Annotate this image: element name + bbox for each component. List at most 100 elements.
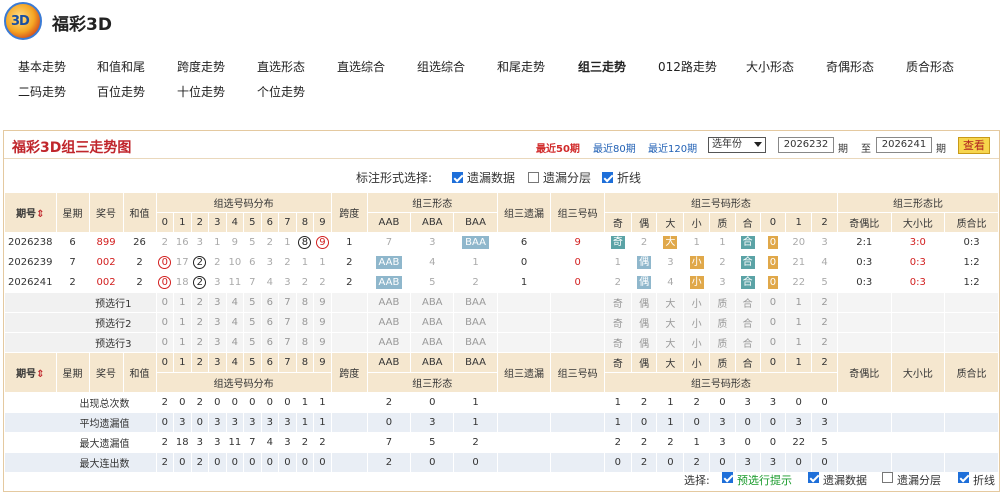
footer-opt-layer[interactable]: 遗漏分层 bbox=[882, 472, 941, 487]
footer-opt-omit[interactable]: 遗漏数据 bbox=[808, 472, 867, 487]
pred-digit-cell[interactable]: 7 bbox=[278, 332, 297, 353]
option-omit-layer[interactable]: 遗漏分层 bbox=[528, 169, 591, 186]
range-50-link[interactable]: 最近50期 bbox=[536, 140, 580, 155]
pred-form-cell[interactable]: AAB bbox=[366, 312, 412, 333]
pred-digit-cell[interactable]: 1 bbox=[173, 312, 192, 333]
pred-shape-cell[interactable]: 1 bbox=[785, 332, 813, 353]
pred-form-cell[interactable]: BAA bbox=[453, 312, 498, 333]
pred-digit-cell[interactable]: 0 bbox=[155, 312, 175, 333]
pred-shape-cell[interactable]: 合 bbox=[734, 292, 761, 313]
checkbox-checked-icon[interactable] bbox=[958, 472, 969, 483]
nav-link[interactable]: 大小形态 bbox=[746, 58, 794, 75]
view-button[interactable]: 查看 bbox=[958, 137, 990, 154]
pred-digit-cell[interactable]: 9 bbox=[313, 312, 332, 333]
pred-shape-cell[interactable]: 1 bbox=[785, 292, 813, 313]
from-issue-input[interactable]: 2026232 bbox=[778, 137, 834, 153]
pred-digit-cell[interactable]: 5 bbox=[243, 292, 262, 313]
nav-link[interactable]: 二码走势 bbox=[18, 83, 66, 100]
pred-shape-cell[interactable]: 质 bbox=[709, 292, 736, 313]
pred-shape-cell[interactable]: 合 bbox=[734, 312, 761, 333]
pred-digit-cell[interactable]: 8 bbox=[295, 292, 315, 313]
pred-digit-cell[interactable]: 3 bbox=[208, 332, 227, 353]
footer-opt-preview[interactable]: 预选行提示 bbox=[722, 472, 792, 487]
nav-link[interactable]: 组选综合 bbox=[417, 58, 465, 75]
option-omit-data[interactable]: 遗漏数据 bbox=[452, 169, 515, 186]
pred-digit-cell[interactable]: 4 bbox=[225, 292, 245, 313]
pred-form-cell[interactable]: BAA bbox=[453, 292, 498, 313]
pred-digit-cell[interactable]: 9 bbox=[313, 332, 332, 353]
pred-form-cell[interactable]: ABA bbox=[410, 332, 455, 353]
pred-shape-cell[interactable]: 0 bbox=[759, 292, 787, 313]
pred-digit-cell[interactable]: 2 bbox=[190, 312, 210, 333]
nav-link[interactable]: 直选综合 bbox=[337, 58, 385, 75]
pred-digit-cell[interactable]: 9 bbox=[313, 292, 332, 313]
nav-link[interactable]: 基本走势 bbox=[18, 58, 66, 75]
footer-opt-line[interactable]: 折线 bbox=[958, 472, 995, 487]
pred-shape-cell[interactable]: 小 bbox=[683, 292, 711, 313]
checkbox-icon[interactable] bbox=[882, 472, 893, 483]
pred-shape-cell[interactable]: 奇 bbox=[603, 332, 632, 353]
pred-digit-cell[interactable]: 4 bbox=[225, 332, 245, 353]
pred-shape-cell[interactable]: 偶 bbox=[630, 332, 658, 353]
year-select[interactable]: 选年份 bbox=[708, 137, 766, 153]
checkbox-checked-icon[interactable] bbox=[452, 172, 463, 183]
pred-digit-cell[interactable]: 3 bbox=[208, 312, 227, 333]
pred-digit-cell[interactable]: 1 bbox=[173, 292, 192, 313]
pred-shape-cell[interactable]: 小 bbox=[683, 332, 711, 353]
pred-shape-cell[interactable]: 奇 bbox=[603, 292, 632, 313]
pred-form-cell[interactable]: AAB bbox=[366, 292, 412, 313]
pred-shape-cell[interactable]: 0 bbox=[759, 312, 787, 333]
pred-digit-cell[interactable]: 1 bbox=[173, 332, 192, 353]
pred-digit-cell[interactable]: 2 bbox=[190, 292, 210, 313]
pred-shape-cell[interactable]: 小 bbox=[683, 312, 711, 333]
checkbox-checked-icon[interactable] bbox=[808, 472, 819, 483]
nav-link[interactable]: 质合形态 bbox=[906, 58, 954, 75]
nav-link[interactable]: 直选形态 bbox=[257, 58, 305, 75]
nav-link[interactable]: 十位走势 bbox=[177, 83, 225, 100]
pred-shape-cell[interactable]: 质 bbox=[709, 312, 736, 333]
nav-link[interactable]: 组三走势 bbox=[578, 58, 626, 75]
pred-shape-cell[interactable]: 0 bbox=[759, 332, 787, 353]
to-issue-input[interactable]: 2026241 bbox=[876, 137, 932, 153]
pred-shape-cell[interactable]: 2 bbox=[811, 312, 838, 333]
pred-digit-cell[interactable]: 7 bbox=[278, 292, 297, 313]
pred-digit-cell[interactable]: 4 bbox=[225, 312, 245, 333]
pred-digit-cell[interactable]: 8 bbox=[295, 332, 315, 353]
pred-shape-cell[interactable]: 1 bbox=[785, 312, 813, 333]
pred-digit-cell[interactable]: 3 bbox=[208, 292, 227, 313]
checkbox-checked-icon[interactable] bbox=[602, 172, 613, 183]
pred-digit-cell[interactable]: 0 bbox=[155, 332, 175, 353]
pred-shape-cell[interactable]: 质 bbox=[709, 332, 736, 353]
pred-shape-cell[interactable]: 偶 bbox=[630, 312, 658, 333]
pred-digit-cell[interactable]: 8 bbox=[295, 312, 315, 333]
pred-digit-cell[interactable]: 7 bbox=[278, 312, 297, 333]
nav-link[interactable]: 百位走势 bbox=[97, 83, 145, 100]
checkbox-icon[interactable] bbox=[528, 172, 539, 183]
pred-form-cell[interactable]: ABA bbox=[410, 292, 455, 313]
site-logo[interactable]: 3D bbox=[4, 2, 42, 40]
option-line[interactable]: 折线 bbox=[602, 169, 641, 186]
pred-shape-cell[interactable]: 2 bbox=[811, 292, 838, 313]
pred-digit-cell[interactable]: 6 bbox=[260, 312, 280, 333]
pred-shape-cell[interactable]: 偶 bbox=[630, 292, 658, 313]
nav-link[interactable]: 012路走势 bbox=[658, 58, 717, 75]
pred-shape-cell[interactable]: 奇 bbox=[603, 312, 632, 333]
pred-form-cell[interactable]: AAB bbox=[366, 332, 412, 353]
nav-link[interactable]: 和值和尾 bbox=[97, 58, 145, 75]
issue-header[interactable]: 期号⇕ bbox=[4, 192, 57, 233]
checkbox-checked-icon[interactable] bbox=[722, 472, 733, 483]
nav-link[interactable]: 奇偶形态 bbox=[826, 58, 874, 75]
pred-shape-cell[interactable]: 大 bbox=[656, 292, 685, 313]
pred-digit-cell[interactable]: 5 bbox=[243, 312, 262, 333]
pred-digit-cell[interactable]: 0 bbox=[155, 292, 175, 313]
nav-link[interactable]: 个位走势 bbox=[257, 83, 305, 100]
pred-form-cell[interactable]: BAA bbox=[453, 332, 498, 353]
pred-shape-cell[interactable]: 合 bbox=[734, 332, 761, 353]
pred-form-cell[interactable]: ABA bbox=[410, 312, 455, 333]
range-80-link[interactable]: 最近80期 bbox=[593, 140, 636, 155]
pred-digit-cell[interactable]: 5 bbox=[243, 332, 262, 353]
pred-shape-cell[interactable]: 大 bbox=[656, 312, 685, 333]
range-120-link[interactable]: 最近120期 bbox=[648, 140, 697, 155]
nav-link[interactable]: 和尾走势 bbox=[497, 58, 545, 75]
pred-shape-cell[interactable]: 大 bbox=[656, 332, 685, 353]
